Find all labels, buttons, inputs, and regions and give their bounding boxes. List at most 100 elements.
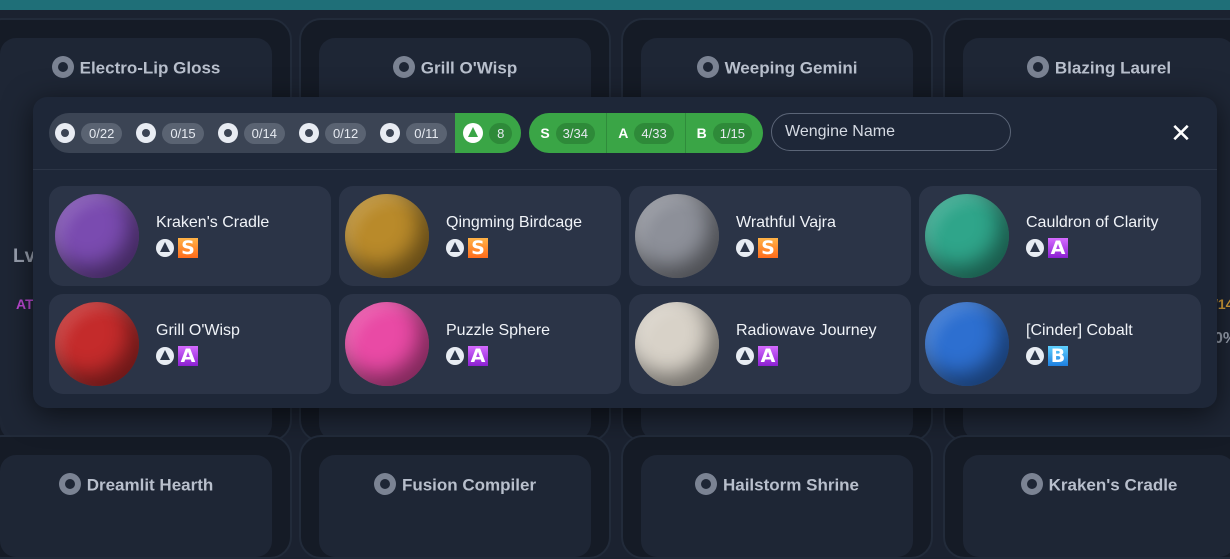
filter-count: 0/14	[243, 122, 285, 144]
filter-rank-s[interactable]: S 3/34	[529, 113, 608, 153]
wengine-ball	[635, 194, 719, 278]
filter-ice[interactable]: 0/14	[217, 122, 285, 144]
wengine-name: Grill O'Wisp	[156, 322, 240, 339]
bg-card-6[interactable]: Fusion Compiler	[299, 435, 611, 559]
wengine-name: Kraken's Cradle	[156, 214, 270, 231]
rank-badge: S	[468, 238, 488, 258]
bg-card-8[interactable]: Kraken's Cradle	[943, 435, 1230, 559]
rank-badge: A	[1048, 238, 1068, 258]
bg-card-title: Grill O'Wisp	[420, 58, 518, 78]
filter-count: 0/15	[162, 122, 204, 144]
filter-attack[interactable]: 8	[454, 113, 521, 153]
attack-icon	[392, 56, 415, 78]
attack-icon	[1026, 239, 1044, 257]
wengine-image	[339, 186, 429, 286]
wengine-image	[919, 294, 1009, 394]
wengine-name: Puzzle Sphere	[446, 322, 551, 339]
bg-card-title: Dreamlit Hearth	[86, 475, 214, 495]
filter-rank-b[interactable]: B 1/15	[686, 113, 763, 153]
wengine-image	[339, 294, 429, 394]
rank-label: A	[618, 125, 629, 141]
wengine-card[interactable]: Kraken's Cradle S	[49, 186, 331, 286]
bg-card-title: Weeping Gemini	[724, 58, 858, 78]
rank-badge: A	[468, 346, 488, 366]
wengine-ball	[925, 194, 1009, 278]
electric-icon	[298, 123, 319, 143]
rank-label: B	[696, 125, 707, 141]
wengine-ball	[925, 302, 1009, 386]
electric-icon	[58, 473, 81, 495]
rank-filter-bar: S 3/34 A 4/33 B 1/15	[529, 113, 763, 153]
ice-icon	[51, 56, 74, 78]
ice-icon	[373, 473, 396, 495]
attack-icon	[736, 347, 754, 365]
rank-count: 4/33	[634, 122, 674, 144]
wengine-card[interactable]: Cauldron of Clarity A	[919, 186, 1201, 286]
wengine-card[interactable]: Radiowave Journey A	[629, 294, 911, 394]
rank-count: 1/15	[712, 122, 753, 144]
wengine-grid: Kraken's Cradle S Qingming Birdcage S Wr…	[49, 186, 1201, 394]
bg-card-7[interactable]: Hailstorm Shrine	[621, 435, 933, 559]
filter-count: 0/11	[406, 122, 447, 144]
wengine-name: Cauldron of Clarity	[1026, 214, 1159, 231]
attack-icon	[1020, 473, 1043, 495]
wengine-name: [Cinder] Cobalt	[1026, 322, 1133, 339]
attribute-filter-bar: 0/22 0/15 0/14 0/12 0/11 8	[49, 113, 521, 153]
wengine-name-search-input[interactable]	[771, 113, 1011, 151]
filter-count: 0/12	[324, 122, 367, 144]
wengine-card[interactable]: [Cinder] Cobalt B	[919, 294, 1201, 394]
wengine-card[interactable]: Puzzle Sphere A	[339, 294, 621, 394]
wengine-ball	[55, 302, 139, 386]
wengine-name: Wrathful Vajra	[736, 214, 836, 231]
bg-at-text: AT	[16, 296, 34, 312]
wengine-ball	[635, 302, 719, 386]
bg-card-title: Blazing Laurel	[1054, 58, 1172, 78]
close-icon[interactable]: ✕	[1169, 120, 1193, 146]
fire-icon	[136, 123, 157, 143]
wengine-card[interactable]: Qingming Birdcage S	[339, 186, 621, 286]
bg-card-title: Electro-Lip Gloss	[79, 58, 221, 78]
bg-level-text: Lv	[13, 246, 36, 267]
wengine-name: Qingming Birdcage	[446, 214, 583, 231]
wengine-name: Radiowave Journey	[736, 322, 877, 339]
filter-count: 8	[489, 122, 513, 144]
rank-badge: A	[758, 346, 778, 366]
rank-badge: S	[758, 238, 778, 258]
rank-label: S	[540, 125, 550, 141]
rank-badge: S	[178, 238, 198, 258]
bg-card-title: Kraken's Cradle	[1048, 475, 1178, 495]
wengine-card[interactable]: Wrathful Vajra S	[629, 186, 911, 286]
ice-icon	[217, 123, 238, 143]
bg-card-title: Fusion Compiler	[401, 475, 537, 495]
attack-icon	[156, 239, 174, 257]
filter-defense[interactable]: 0/11	[380, 122, 447, 144]
defense-icon	[380, 123, 401, 143]
rank-count: 3/34	[555, 122, 595, 144]
wengine-card[interactable]: Grill O'Wisp A	[49, 294, 331, 394]
rank-badge: A	[178, 346, 198, 366]
wengine-ball	[345, 194, 429, 278]
ice-icon	[694, 473, 717, 495]
filter-physical[interactable]: 0/22	[55, 122, 123, 144]
bg-card-5[interactable]: Dreamlit Hearth	[0, 435, 292, 559]
top-accent-bar	[0, 0, 1230, 10]
rank-badge: B	[1048, 346, 1068, 366]
wengine-image	[49, 294, 139, 394]
divider	[33, 169, 1217, 170]
attack-icon	[156, 347, 174, 365]
bg-card-title: Hailstorm Shrine	[722, 475, 860, 495]
wengine-image	[629, 294, 719, 394]
physical-icon	[55, 123, 75, 143]
attack-icon	[1026, 347, 1044, 365]
wengine-ball	[55, 194, 139, 278]
attack-icon	[463, 123, 484, 143]
wengine-image	[919, 186, 1009, 286]
filter-rank-a[interactable]: A 4/33	[607, 113, 686, 153]
wengine-ball	[345, 302, 429, 386]
stun-icon	[1026, 56, 1049, 78]
filter-fire[interactable]: 0/15	[136, 122, 204, 144]
attack-icon	[736, 239, 754, 257]
ice-icon	[696, 56, 719, 78]
wengine-image	[49, 186, 139, 286]
filter-electric[interactable]: 0/12	[298, 122, 367, 144]
